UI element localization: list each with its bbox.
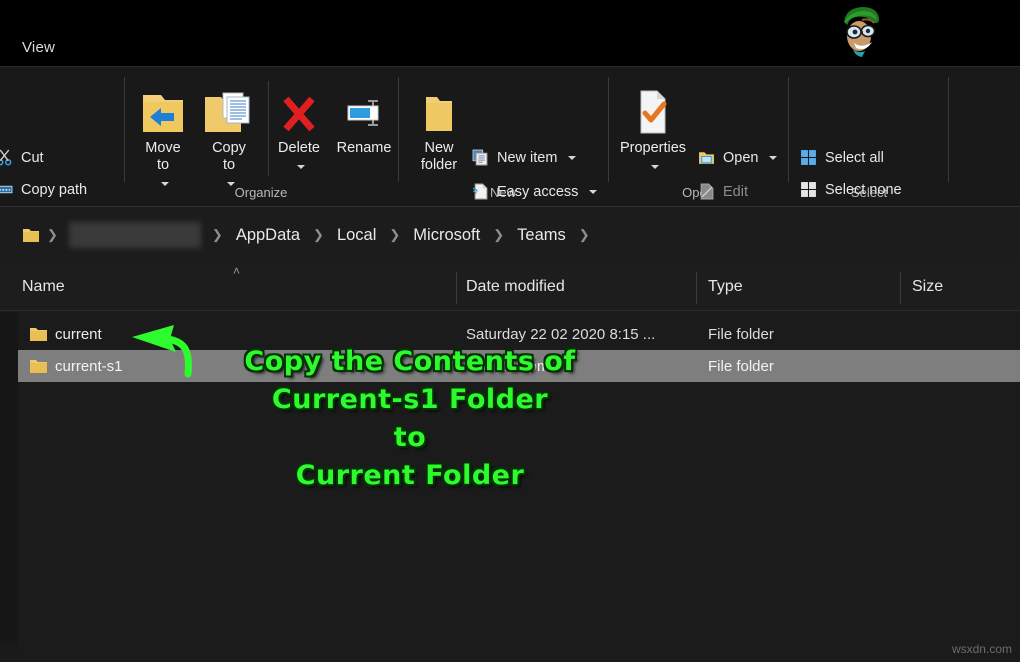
ribbon-divider [398,77,399,182]
breadcrumb-separator[interactable]: ❯ [306,227,331,243]
open-label: Open [723,149,759,166]
breadcrumb-item-local[interactable]: Local [331,226,382,245]
column-header-name[interactable]: Name [22,263,65,311]
breadcrumb-separator[interactable]: ❯ [486,227,511,243]
tab-view[interactable]: View [22,40,55,55]
ribbon-divider [948,77,949,182]
mascot-avatar-icon [844,7,879,57]
new-item-label: New item [497,149,558,166]
select-all-icon [801,150,816,165]
easy-access-button[interactable]: Easy access [472,183,598,200]
breadcrumb-separator[interactable]: ❯ [572,227,597,243]
column-header-date-modified[interactable]: Date modified [466,263,565,311]
ribbon-cut-button[interactable]: Cut [0,149,44,166]
select-all-label: Select all [825,149,884,166]
rename-label: Rename [336,140,392,156]
breadcrumb-item-redacted[interactable] [68,222,201,248]
copy-to-label: Copy to [212,140,246,173]
column-divider[interactable] [696,272,697,304]
file-date-modified: 020 1:35 pm [466,357,550,375]
copy-to-caret[interactable] [194,175,264,193]
breadcrumb-separator[interactable]: ❯ [40,227,65,243]
folder-icon [30,327,47,341]
delete-x-icon [264,85,334,137]
rename-button[interactable]: Rename [326,85,402,157]
new-item-button[interactable]: New item [472,149,577,166]
list-left-gutter [0,312,18,662]
new-folder-button[interactable]: New folder [404,85,474,174]
breadcrumb-item-microsoft[interactable]: Microsoft [407,226,486,245]
easy-access-caret[interactable] [589,189,598,194]
file-explorer-window: View Cut Copy path Organize Move to Copy… [0,0,1020,662]
delete-label: Delete [278,140,320,156]
open-button[interactable]: Open [698,149,778,166]
move-to-label: Move to [145,140,181,173]
ribbon: Cut Copy path Paste shortcut [0,66,1020,232]
title-bar: View [0,0,1020,66]
sort-ascending-indicator: ˄ [233,264,241,278]
move-to-icon [128,85,198,137]
ribbon-cut-label: Cut [21,149,44,166]
breadcrumb-item-teams[interactable]: Teams [511,226,572,245]
file-type: File folder [708,357,774,375]
move-to-button[interactable]: Move to [128,85,198,193]
address-bar[interactable]: ❯ ❯ AppData ❯ Local ❯ Microsoft ❯ Teams … [0,206,1020,264]
header-rule [0,310,1020,311]
properties-button[interactable]: Properties [616,85,690,176]
easy-access-label: Easy access [497,183,579,200]
properties-icon [616,85,690,137]
edit-label: Edit [723,183,748,200]
properties-caret[interactable] [616,158,690,176]
select-all-button[interactable]: Select all [800,149,884,166]
breadcrumb: ❯ ❯ AppData ❯ Local ❯ Microsoft ❯ Teams … [22,207,597,263]
delete-button[interactable]: Delete [264,85,334,176]
column-header-type[interactable]: Type [708,263,743,311]
properties-label: Properties [619,140,687,156]
open-folder-icon [699,152,714,164]
easy-access-icon [472,183,488,200]
breadcrumb-separator[interactable]: ❯ [205,227,230,243]
rename-icon [326,85,402,137]
delete-caret[interactable] [264,158,334,176]
breadcrumb-separator[interactable]: ❯ [382,227,407,243]
scissors-icon [0,149,12,166]
ribbon-divider [608,77,609,182]
column-header-size[interactable]: Size [912,263,943,311]
select-none-icon [801,182,816,197]
edit-button[interactable]: Edit [698,183,748,200]
file-date-modified: Saturday 22 02 2020 8:15 ... [466,325,656,343]
column-divider[interactable] [900,272,901,304]
file-name: current-s1 [55,357,123,375]
file-name: current [55,325,102,343]
new-item-caret[interactable] [568,155,577,160]
ribbon-divider [788,77,789,182]
select-none-button[interactable]: Select none [800,181,902,198]
folder-icon [30,359,47,373]
file-list: current Saturday 22 02 2020 8:15 ... Fil… [0,312,1020,662]
move-to-caret[interactable] [128,175,198,193]
new-folder-label: New folder [420,140,458,173]
ribbon-copy-path-label: Copy path [21,181,88,198]
table-row[interactable]: current-s1 020 1:35 pm File folder [0,350,1020,382]
breadcrumb-folder-icon [23,228,39,242]
breadcrumb-item-appdata[interactable]: AppData [230,226,306,245]
copy-path-icon [0,185,13,194]
ribbon-divider [124,77,125,182]
ribbon-copy-path-button[interactable]: Copy path [0,181,87,198]
column-divider[interactable] [456,272,457,304]
new-item-icon [472,149,488,166]
select-none-label: Select none [825,181,902,198]
open-caret[interactable] [769,155,778,160]
watermark: wsxdn.com [951,642,1012,656]
copy-to-button[interactable]: Copy to [194,85,264,193]
column-headers: Name Date modified Type Size [0,263,1020,311]
edit-icon [700,183,714,200]
file-type: File folder [708,325,774,343]
new-folder-icon [404,85,474,137]
table-row[interactable]: current Saturday 22 02 2020 8:15 ... Fil… [0,318,1020,350]
copy-to-icon [194,85,264,137]
bottom-fade [0,636,1020,662]
